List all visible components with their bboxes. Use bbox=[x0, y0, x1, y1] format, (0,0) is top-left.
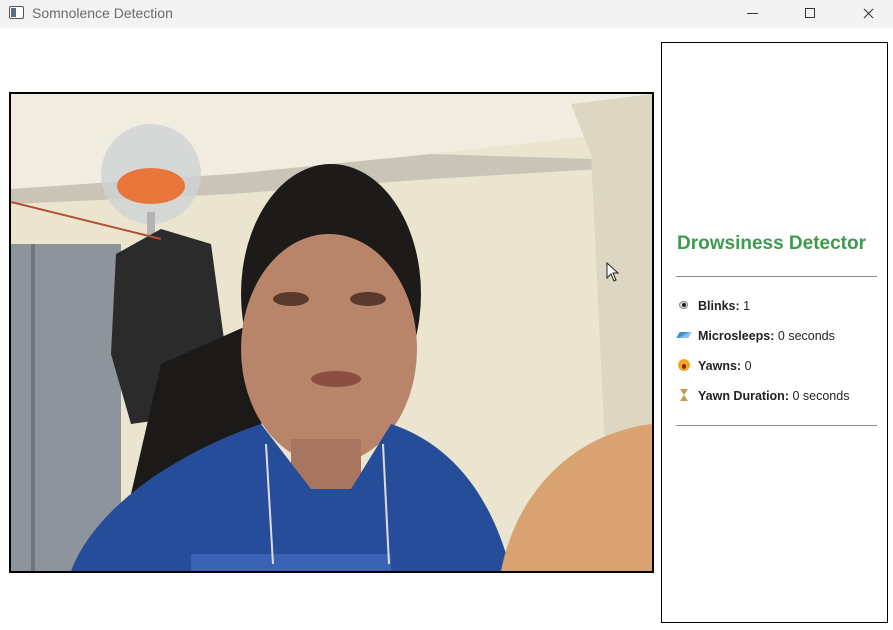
divider-top bbox=[676, 276, 877, 277]
stat-value: 0 bbox=[744, 359, 752, 373]
stat-value: 0 seconds bbox=[777, 329, 835, 343]
hourglass-icon bbox=[678, 389, 692, 401]
stat-value: 1 bbox=[743, 299, 751, 313]
stat-label: Yawns: bbox=[698, 359, 742, 373]
stat-label: Yawn Duration: bbox=[698, 389, 789, 403]
close-button[interactable] bbox=[845, 0, 891, 28]
stat-label: Microsleeps: bbox=[698, 329, 775, 343]
app-window-icon bbox=[9, 6, 24, 19]
maximize-button[interactable] bbox=[787, 0, 833, 28]
zzz-icon bbox=[678, 329, 692, 341]
minimize-button[interactable] bbox=[730, 0, 776, 28]
stat-yawns: Yawns: 0 bbox=[678, 359, 752, 373]
webcam-frame-image bbox=[11, 94, 652, 571]
window-titlebar: Somnolence Detection bbox=[0, 0, 893, 28]
webcam-video-feed bbox=[9, 92, 654, 573]
yawn-face-icon bbox=[678, 359, 692, 371]
stats-panel: Drowsiness Detector Blinks: 1 Microsleep… bbox=[661, 42, 888, 623]
eye-icon bbox=[678, 299, 692, 311]
window-title: Somnolence Detection bbox=[32, 5, 173, 21]
stat-yawn-duration: Yawn Duration: 0 seconds bbox=[678, 389, 849, 403]
stat-value: 0 seconds bbox=[792, 389, 850, 403]
mouse-cursor-icon bbox=[606, 262, 620, 282]
stat-blinks: Blinks: 1 bbox=[678, 299, 750, 313]
stat-label: Blinks: bbox=[698, 299, 740, 313]
panel-title: Drowsiness Detector bbox=[677, 233, 867, 254]
stat-microsleeps: Microsleeps: 0 seconds bbox=[678, 329, 835, 343]
divider-bottom bbox=[676, 425, 877, 426]
